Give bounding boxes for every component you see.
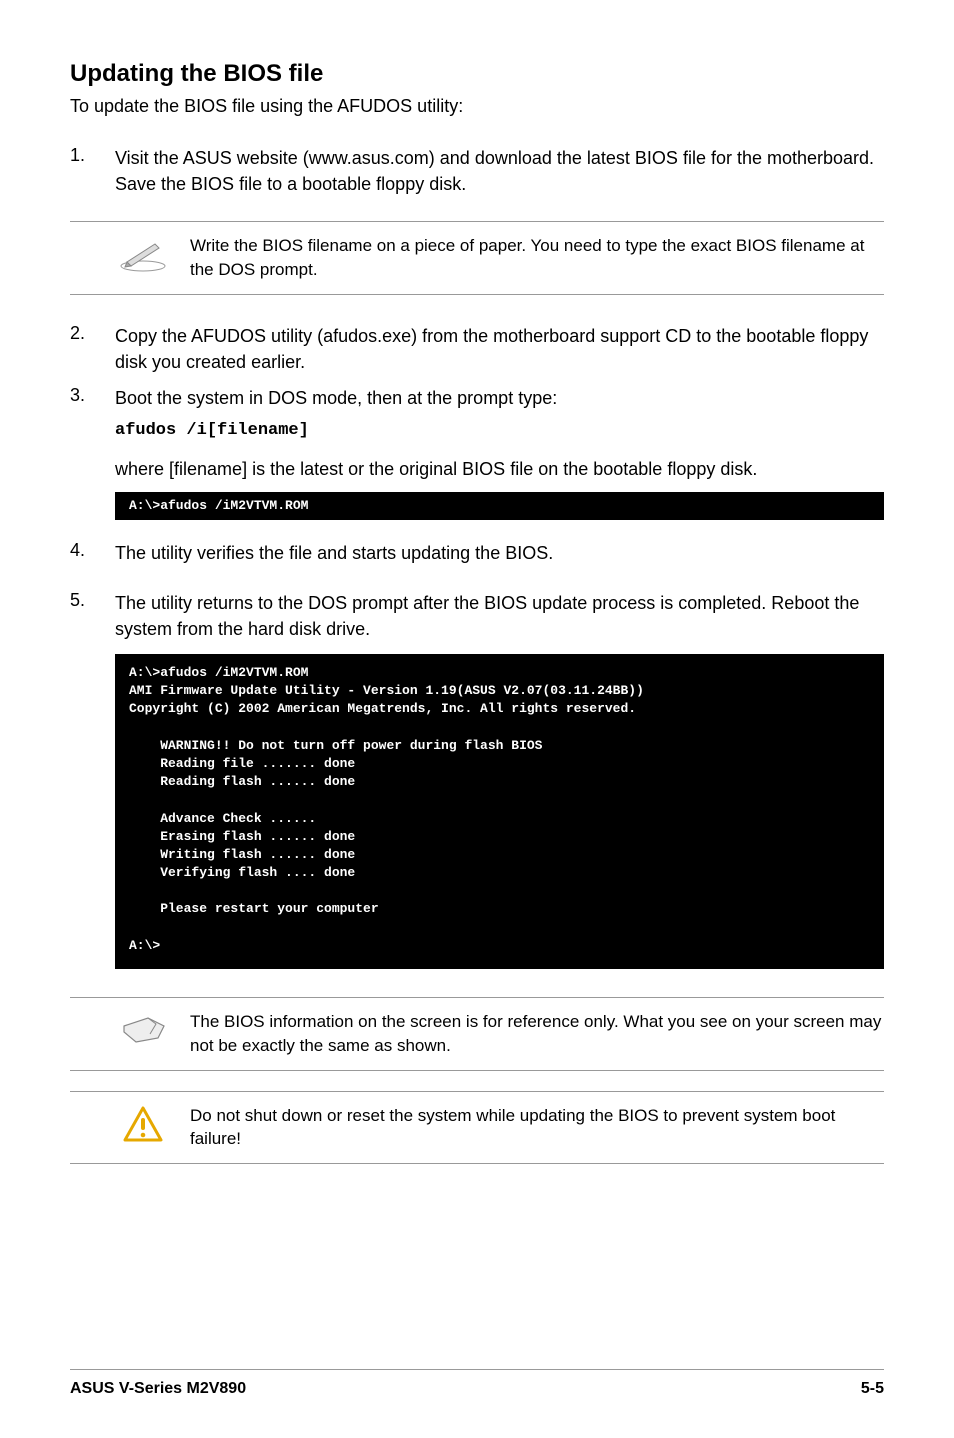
step-4: 4. The utility verifies the file and sta… <box>70 540 884 566</box>
step-number: 3. <box>70 385 115 411</box>
step-text: Visit the ASUS website (www.asus.com) an… <box>115 145 884 197</box>
terminal-output-small: A:\>afudos /iM2VTVM.ROM <box>115 492 884 520</box>
warning-text: Do not shut down or reset the system whi… <box>190 1104 884 1152</box>
warning-box: Do not shut down or reset the system whi… <box>70 1091 884 1165</box>
note-box-2: The BIOS information on the screen is fo… <box>70 997 884 1071</box>
step-number: 2. <box>70 323 115 375</box>
footer-product-name: ASUS V-Series M2V890 <box>70 1380 246 1398</box>
hand-pointer-icon <box>115 1010 170 1050</box>
note-box-1: Write the BIOS filename on a piece of pa… <box>70 221 884 295</box>
step-text: Copy the AFUDOS utility (afudos.exe) fro… <box>115 323 884 375</box>
note-text-2: The BIOS information on the screen is fo… <box>190 1010 884 1058</box>
intro-text: To update the BIOS file using the AFUDOS… <box>70 96 884 117</box>
step-2: 2. Copy the AFUDOS utility (afudos.exe) … <box>70 323 884 375</box>
page-footer: ASUS V-Series M2V890 5-5 <box>70 1369 884 1398</box>
footer-page-number: 5-5 <box>861 1380 884 1398</box>
step-5: 5. The utility returns to the DOS prompt… <box>70 590 884 642</box>
warning-triangle-icon <box>115 1104 170 1144</box>
step-1: 1. Visit the ASUS website (www.asus.com)… <box>70 145 884 197</box>
step-3: 3. Boot the system in DOS mode, then at … <box>70 385 884 411</box>
terminal-output-large: A:\>afudos /iM2VTVM.ROM AMI Firmware Upd… <box>115 654 884 969</box>
step-number: 4. <box>70 540 115 566</box>
command-code: afudos /i[filename] <box>115 421 884 440</box>
note-text-1: Write the BIOS filename on a piece of pa… <box>190 234 884 282</box>
step-text: The utility returns to the DOS prompt af… <box>115 590 884 642</box>
pencil-icon <box>115 234 170 274</box>
step-text: The utility verifies the file and starts… <box>115 540 884 566</box>
section-heading: Updating the BIOS file <box>70 60 884 88</box>
command-description: where [filename] is the latest or the or… <box>115 456 884 482</box>
step-number: 1. <box>70 145 115 197</box>
step-number: 5. <box>70 590 115 642</box>
step-text: Boot the system in DOS mode, then at the… <box>115 385 884 411</box>
